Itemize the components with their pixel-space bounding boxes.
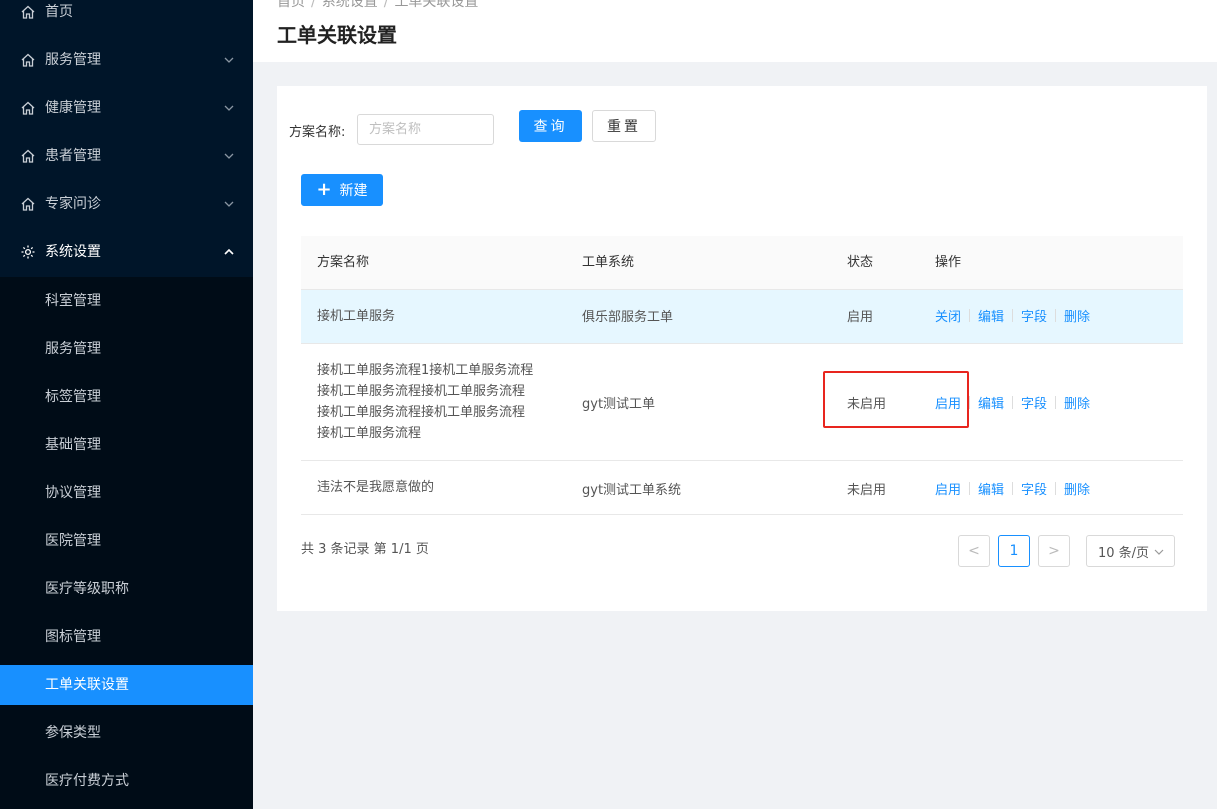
- home-icon: [21, 53, 35, 67]
- row-actions: 关闭 编辑 字段 删除: [935, 306, 1090, 325]
- prev-page-button[interactable]: <: [958, 535, 990, 567]
- sidebar-item-expert-consultation[interactable]: 专家问诊: [0, 184, 253, 224]
- sidebar-item-service-management-sub[interactable]: 服务管理: [0, 329, 253, 369]
- edit-link[interactable]: 编辑: [978, 306, 1004, 325]
- scheme-name-cell: 违法不是我愿意做的: [317, 480, 435, 495]
- column-header: 操作: [935, 255, 962, 270]
- fields-link[interactable]: 字段: [1021, 393, 1047, 412]
- highlight-annotation-box: [823, 371, 969, 428]
- sidebar-item-label: 专家问诊: [45, 196, 101, 212]
- sidebar-item-home[interactable]: 首页: [0, 0, 253, 32]
- sidebar-item-label: 协议管理: [45, 485, 101, 501]
- column-header: 方案名称: [317, 255, 370, 270]
- sidebar-item-hospital-management[interactable]: 医院管理: [0, 521, 253, 561]
- page-title: 工单关联设置: [277, 23, 397, 47]
- next-page-button[interactable]: >: [1038, 535, 1070, 567]
- sidebar-item-label: 工单关联设置: [45, 677, 129, 693]
- sidebar-item-service-management[interactable]: 服务管理: [0, 40, 253, 80]
- sidebar-item-label: 服务管理: [45, 52, 101, 68]
- fields-link[interactable]: 字段: [1021, 479, 1047, 498]
- sidebar-item-label: 健康管理: [45, 100, 101, 116]
- sidebar-item-work-order-link-settings[interactable]: 工单关联设置: [0, 665, 253, 705]
- sidebar-item-label: 医院管理: [45, 533, 101, 549]
- scheme-name-input[interactable]: [357, 114, 494, 145]
- column-header: 工单系统: [582, 255, 635, 270]
- content-card: 方案名称: 查询 重置 + 新建 方案名称 工单系统 状态 操作 接机工单服务 …: [277, 86, 1207, 611]
- sidebar-item-label: 标签管理: [45, 389, 101, 405]
- filter-label: 方案名称:: [289, 125, 346, 140]
- chevron-right-icon: >: [1048, 543, 1060, 559]
- sidebar-item-tag-management[interactable]: 标签管理: [0, 377, 253, 417]
- status-cell: 启用: [847, 310, 874, 325]
- home-icon: [21, 197, 35, 211]
- system-cell: 俱乐部服务工单: [582, 310, 674, 325]
- table-row: 接机工单服务 俱乐部服务工单 启用 关闭 编辑 字段 删除: [301, 290, 1183, 344]
- sidebar-item-payment-method[interactable]: 医疗付费方式: [0, 761, 253, 801]
- breadcrumb-item: 工单关联设置: [394, 0, 479, 10]
- enable-link[interactable]: 启用: [935, 479, 961, 498]
- table-header: 方案名称 工单系统 状态 操作: [301, 236, 1183, 290]
- query-button[interactable]: 查询: [519, 110, 582, 142]
- pagination-total: 共 3 条记录 第 1/1 页: [301, 542, 429, 557]
- scheme-name-cell: 接机工单服务流程1接机工单服务流程 接机工单服务流程接机工单服务流程 接机工单服…: [317, 363, 534, 441]
- chevron-down-icon: [224, 57, 234, 63]
- home-icon: [21, 101, 35, 115]
- system-cell: gyt测试工单: [582, 397, 656, 412]
- sidebar-item-label: 基础管理: [45, 437, 101, 453]
- column-header: 状态: [847, 255, 874, 270]
- sidebar-item-label: 首页: [45, 4, 73, 20]
- sidebar-item-label: 医疗等级职称: [45, 581, 129, 597]
- table-row: 违法不是我愿意做的 gyt测试工单系统 未启用 启用 编辑 字段 删除: [301, 461, 1183, 515]
- reset-button[interactable]: 重置: [592, 110, 656, 142]
- sidebar-item-icon-management[interactable]: 图标管理: [0, 617, 253, 657]
- chevron-left-icon: <: [968, 543, 980, 559]
- page-size-select[interactable]: 10 条/页: [1086, 535, 1175, 567]
- delete-link[interactable]: 删除: [1064, 306, 1090, 325]
- sidebar-item-label: 科室管理: [45, 293, 101, 309]
- chevron-up-icon: [224, 248, 234, 255]
- edit-link[interactable]: 编辑: [978, 393, 1004, 412]
- scheme-name-cell: 接机工单服务: [317, 309, 396, 324]
- sidebar-item-system-settings[interactable]: 系统设置: [0, 232, 253, 272]
- status-cell: 未启用: [847, 483, 887, 498]
- new-button-label: 新建: [339, 183, 368, 199]
- table-row: 接机工单服务流程1接机工单服务流程 接机工单服务流程接机工单服务流程 接机工单服…: [301, 344, 1183, 461]
- sidebar-item-label: 医疗付费方式: [45, 773, 129, 789]
- sidebar-item-department-management[interactable]: 科室管理: [0, 281, 253, 321]
- close-link[interactable]: 关闭: [935, 306, 961, 325]
- page-header: 首页 / 系统设置 / 工单关联设置 工单关联设置: [253, 0, 1217, 62]
- fields-link[interactable]: 字段: [1021, 306, 1047, 325]
- sidebar: 首页 服务管理 健康管理 患者管理 专家问诊 系统设置 科室管理 服务管理 标签…: [0, 0, 253, 809]
- new-button[interactable]: + 新建: [301, 174, 383, 206]
- sidebar-item-label: 服务管理: [45, 341, 101, 357]
- row-actions: 启用 编辑 字段 删除: [935, 479, 1090, 498]
- home-icon: [21, 149, 35, 163]
- delete-link[interactable]: 删除: [1064, 479, 1090, 498]
- gear-icon: [21, 245, 35, 259]
- breadcrumb-item[interactable]: 系统设置: [322, 0, 378, 10]
- sidebar-item-patient-management[interactable]: 患者管理: [0, 136, 253, 176]
- sidebar-item-medical-title[interactable]: 医疗等级职称: [0, 569, 253, 609]
- chevron-down-icon: [224, 105, 234, 111]
- sidebar-item-health-management[interactable]: 健康管理: [0, 88, 253, 128]
- system-cell: gyt测试工单系统: [582, 483, 682, 498]
- sidebar-item-label: 图标管理: [45, 629, 101, 645]
- sidebar-item-label: 参保类型: [45, 725, 101, 741]
- edit-link[interactable]: 编辑: [978, 479, 1004, 498]
- home-icon: [21, 5, 35, 19]
- page-size-value: 10 条/页: [1098, 545, 1150, 561]
- page-number-button[interactable]: 1: [998, 535, 1030, 567]
- delete-link[interactable]: 删除: [1064, 393, 1090, 412]
- breadcrumb-item[interactable]: 首页: [277, 0, 305, 10]
- sidebar-item-label: 系统设置: [45, 244, 101, 260]
- chevron-down-icon: [224, 201, 234, 207]
- chevron-down-icon: [1154, 549, 1164, 555]
- sidebar-item-label: 患者管理: [45, 148, 101, 164]
- breadcrumb: 首页 / 系统设置 / 工单关联设置: [277, 0, 478, 11]
- chevron-down-icon: [224, 153, 234, 159]
- sidebar-item-insurance-type[interactable]: 参保类型: [0, 713, 253, 753]
- sidebar-item-basic-management[interactable]: 基础管理: [0, 425, 253, 465]
- plus-icon: +: [316, 179, 332, 200]
- sidebar-item-agreement-management[interactable]: 协议管理: [0, 473, 253, 513]
